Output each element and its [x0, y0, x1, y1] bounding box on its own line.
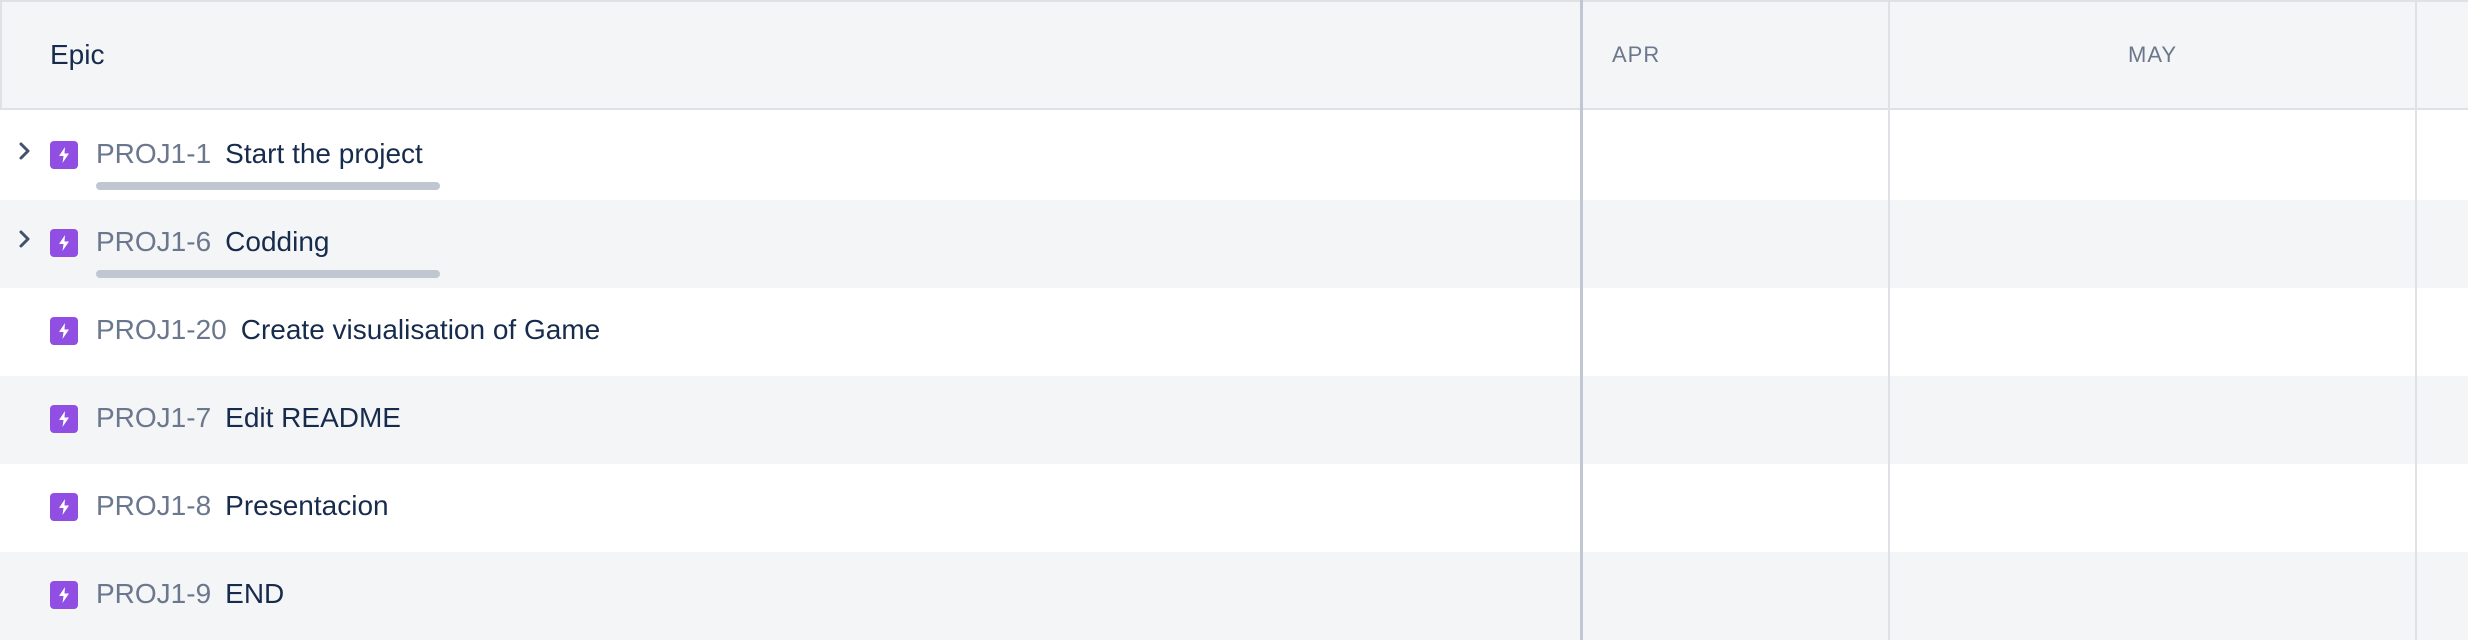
- epic-row[interactable]: PROJ1-1 Start the project: [0, 112, 2468, 200]
- issue-key[interactable]: PROJ1-1: [96, 138, 211, 169]
- issue-key[interactable]: PROJ1-8: [96, 490, 211, 521]
- roadmap: Epic APR MAY PROJ1-1 Start the project P…: [0, 0, 2468, 640]
- epic-list: PROJ1-1 Start the project PROJ1-6 Codding …: [0, 112, 2468, 640]
- epic-row[interactable]: PROJ1-9 END: [0, 552, 2468, 640]
- issue-summary[interactable]: Edit README: [225, 402, 401, 433]
- issue-key[interactable]: PROJ1-20: [96, 314, 227, 345]
- month-label-apr: APR: [1612, 42, 1661, 67]
- lightning-bolt-icon: [50, 229, 78, 257]
- lightning-bolt-icon: [50, 317, 78, 345]
- issue-key[interactable]: PROJ1-9: [96, 578, 211, 609]
- epic-row[interactable]: PROJ1-20 Create visualisation of Game: [0, 288, 2468, 376]
- epic-title: PROJ1-8 Presentacion: [96, 486, 389, 526]
- issue-summary[interactable]: END: [225, 578, 284, 609]
- panel-resize-divider[interactable]: [1580, 0, 1583, 640]
- epic-title: PROJ1-20 Create visualisation of Game: [96, 310, 600, 350]
- issue-summary[interactable]: Start the project: [225, 138, 423, 169]
- lightning-bolt-icon: [50, 405, 78, 433]
- issue-key[interactable]: PROJ1-6: [96, 226, 211, 257]
- month-divider: [2415, 0, 2417, 640]
- issue-summary[interactable]: Codding: [225, 226, 329, 257]
- lightning-bolt-icon: [50, 581, 78, 609]
- chevron-right-icon[interactable]: [14, 228, 36, 250]
- epic-title: PROJ1-1 Start the project: [96, 134, 423, 174]
- progress-bar: [96, 182, 440, 190]
- epic-title: PROJ1-9 END: [96, 574, 284, 614]
- epic-title: PROJ1-6 Codding: [96, 222, 329, 262]
- progress-bar: [96, 270, 440, 278]
- issue-key[interactable]: PROJ1-7: [96, 402, 211, 433]
- lightning-bolt-icon: [50, 493, 78, 521]
- month-divider: [1888, 0, 1890, 640]
- epic-title: PROJ1-7 Edit README: [96, 398, 401, 438]
- roadmap-header: Epic APR MAY: [0, 0, 2468, 110]
- epic-row[interactable]: PROJ1-8 Presentacion: [0, 464, 2468, 552]
- epic-column-header: Epic: [50, 39, 105, 70]
- issue-summary[interactable]: Create visualisation of Game: [241, 314, 601, 345]
- epic-row[interactable]: PROJ1-6 Codding: [0, 200, 2468, 288]
- left-border: [0, 0, 2, 110]
- lightning-bolt-icon: [50, 141, 78, 169]
- epic-row[interactable]: PROJ1-7 Edit README: [0, 376, 2468, 464]
- chevron-right-icon[interactable]: [14, 140, 36, 162]
- month-label-may: MAY: [2128, 42, 2178, 67]
- issue-summary[interactable]: Presentacion: [225, 490, 388, 521]
